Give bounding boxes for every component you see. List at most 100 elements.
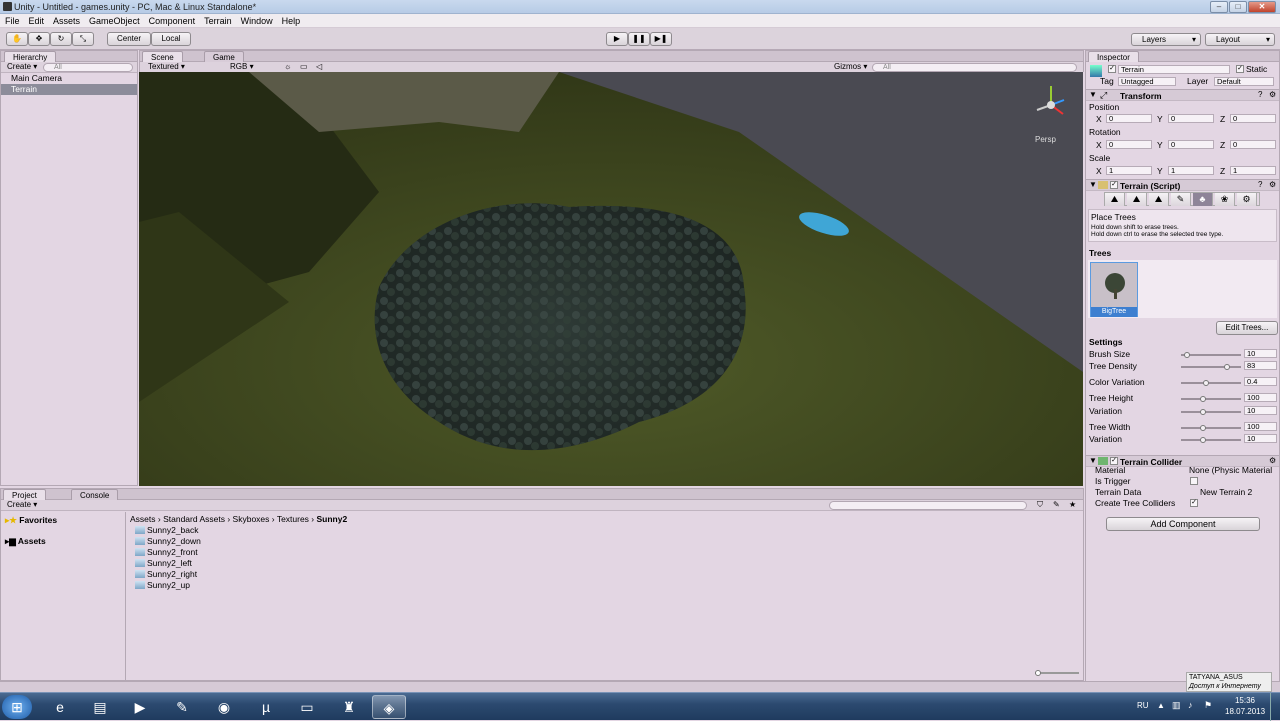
- hierarchy-item-main-camera[interactable]: Main Camera: [1, 73, 137, 84]
- icon-size-slider[interactable]: [1035, 670, 1079, 676]
- material-field[interactable]: None (Physic Material: [1189, 465, 1277, 475]
- gear-icon[interactable]: ⚙: [1269, 456, 1276, 465]
- raise-terrain-icon[interactable]: ⛰: [1105, 193, 1125, 206]
- project-create-button[interactable]: Create ▾: [7, 500, 37, 510]
- tab-project[interactable]: Project: [3, 489, 46, 500]
- rotate-tool-icon[interactable]: ↻: [50, 32, 72, 46]
- hierarchy-create-button[interactable]: Create ▾: [7, 62, 37, 72]
- slider-knob[interactable]: [1184, 352, 1190, 358]
- rotation-x-field[interactable]: 0: [1106, 140, 1152, 149]
- breadcrumb-skyboxes[interactable]: Skyboxes: [233, 514, 270, 524]
- menu-file[interactable]: File: [0, 14, 24, 27]
- breadcrumb-standard-assets[interactable]: Standard Assets: [163, 514, 225, 524]
- color-mode-dropdown[interactable]: RGB ▾: [230, 62, 254, 72]
- position-z-field[interactable]: 0: [1230, 114, 1276, 123]
- show-desktop-button[interactable]: [1270, 693, 1280, 721]
- gear-icon[interactable]: ⚙: [1269, 90, 1276, 99]
- layout-dropdown[interactable]: Layout ▾: [1205, 33, 1275, 46]
- asset-item[interactable]: Sunny2_front: [135, 547, 198, 558]
- tab-inspector[interactable]: Inspector: [1088, 51, 1139, 62]
- scale-z-field[interactable]: 1: [1230, 166, 1276, 175]
- is-trigger-checkbox[interactable]: [1190, 477, 1198, 485]
- edit-trees-button[interactable]: Edit Trees...: [1216, 321, 1278, 335]
- breadcrumb-sunny2[interactable]: Sunny2: [317, 514, 348, 524]
- volume-icon[interactable]: ♪: [1188, 700, 1193, 710]
- rotation-y-field[interactable]: 0: [1168, 140, 1214, 149]
- hand-tool-icon[interactable]: ✋: [6, 32, 28, 46]
- foldout-icon[interactable]: ▼: [1089, 180, 1097, 189]
- scene-viewport[interactable]: Persp: [139, 72, 1083, 486]
- pivot-center-toggle[interactable]: Center: [107, 32, 151, 46]
- filter-icon[interactable]: ⛉: [1037, 500, 1043, 510]
- paint-texture-icon[interactable]: ✎: [1171, 193, 1191, 206]
- terrain-script-checkbox[interactable]: ✓: [1110, 181, 1118, 189]
- slider-knob[interactable]: [1203, 380, 1209, 386]
- terrain-script-header[interactable]: ▼ ✓ Terrain (Script) ? ⚙: [1086, 179, 1279, 191]
- setting-slider[interactable]: [1181, 396, 1241, 402]
- notes-icon[interactable]: ▭: [290, 695, 324, 719]
- setting-slider[interactable]: [1181, 352, 1241, 358]
- asset-item[interactable]: Sunny2_up: [135, 580, 190, 591]
- position-y-field[interactable]: 0: [1168, 114, 1214, 123]
- position-x-field[interactable]: 0: [1106, 114, 1152, 123]
- scale-tool-icon[interactable]: ⤡: [72, 32, 94, 46]
- breadcrumb-textures[interactable]: Textures: [277, 514, 309, 524]
- start-button[interactable]: ⊞: [2, 695, 32, 719]
- render-mode-dropdown[interactable]: Textured ▾: [148, 62, 185, 72]
- lighting-icon[interactable]: ☼: [284, 62, 291, 72]
- setting-slider[interactable]: [1181, 364, 1241, 370]
- add-component-button[interactable]: Add Component: [1106, 517, 1260, 531]
- maximize-button[interactable]: □: [1229, 1, 1247, 13]
- asset-item[interactable]: Sunny2_down: [135, 536, 201, 547]
- asset-item[interactable]: Sunny2_left: [135, 558, 192, 569]
- slider-knob[interactable]: [1200, 425, 1206, 431]
- terrain-data-field[interactable]: New Terrain 2: [1200, 487, 1252, 497]
- image-icon[interactable]: ▭: [300, 62, 308, 72]
- setting-slider[interactable]: [1181, 437, 1241, 443]
- menu-help[interactable]: Help: [277, 14, 305, 27]
- utorrent-icon[interactable]: µ: [249, 695, 283, 719]
- slider-knob[interactable]: [1224, 364, 1230, 370]
- favorites-item[interactable]: ▸★ Favorites: [5, 515, 57, 526]
- project-search-input[interactable]: [829, 501, 1027, 510]
- label-icon[interactable]: ✎: [1053, 500, 1060, 510]
- setting-value-field[interactable]: 10: [1244, 434, 1277, 443]
- setting-slider[interactable]: [1181, 409, 1241, 415]
- slider-knob[interactable]: [1035, 670, 1041, 676]
- terrain-collider-checkbox[interactable]: ✓: [1110, 457, 1118, 465]
- ie-icon[interactable]: e: [43, 695, 77, 719]
- gear-icon[interactable]: ⚙: [1269, 180, 1276, 189]
- tab-hierarchy[interactable]: Hierarchy: [4, 51, 57, 62]
- tab-scene[interactable]: Scene: [142, 51, 183, 62]
- setting-value-field[interactable]: 83: [1244, 361, 1277, 370]
- tree-item-bigtree[interactable]: BigTree: [1090, 262, 1138, 317]
- setting-value-field[interactable]: 10: [1244, 349, 1277, 358]
- foldout-icon[interactable]: ▼: [1089, 456, 1097, 465]
- explorer-icon[interactable]: ▤: [83, 695, 117, 719]
- scale-y-field[interactable]: 1: [1168, 166, 1214, 175]
- menu-gameobject[interactable]: GameObject: [84, 14, 144, 27]
- transform-header[interactable]: ▼ ⤢ Transform ? ⚙: [1086, 89, 1279, 101]
- gizmos-dropdown[interactable]: Gizmos ▾: [834, 62, 867, 72]
- tag-dropdown[interactable]: Untagged: [1118, 77, 1176, 86]
- breadcrumb-assets[interactable]: Assets: [130, 514, 156, 524]
- step-icon[interactable]: ▶❚: [650, 32, 672, 46]
- media-player-icon[interactable]: ▶: [123, 695, 157, 719]
- assets-item[interactable]: ▸▆ Assets: [5, 536, 46, 547]
- create-tree-colliders-checkbox[interactable]: ✓: [1190, 499, 1198, 507]
- scene-search-input[interactable]: All: [872, 63, 1077, 72]
- menu-component[interactable]: Component: [144, 14, 200, 27]
- close-button[interactable]: ✕: [1248, 1, 1276, 13]
- menu-terrain[interactable]: Terrain: [199, 14, 236, 27]
- paint-icon[interactable]: ✎: [165, 695, 199, 719]
- setting-value-field[interactable]: 10: [1244, 406, 1277, 415]
- setting-value-field[interactable]: 100: [1244, 422, 1277, 431]
- terrain-settings-icon[interactable]: ⚙: [1237, 193, 1257, 206]
- network-icon[interactable]: ▥: [1172, 700, 1181, 711]
- language-indicator[interactable]: RU: [1137, 701, 1149, 710]
- star-icon[interactable]: ★: [1069, 500, 1076, 510]
- window-title-bar[interactable]: Unity - Untitled - games.unity - PC, Mac…: [0, 0, 1280, 14]
- menu-edit[interactable]: Edit: [24, 14, 49, 27]
- paint-details-icon[interactable]: ❀: [1215, 193, 1235, 206]
- unity-task-icon[interactable]: ◈: [372, 695, 406, 719]
